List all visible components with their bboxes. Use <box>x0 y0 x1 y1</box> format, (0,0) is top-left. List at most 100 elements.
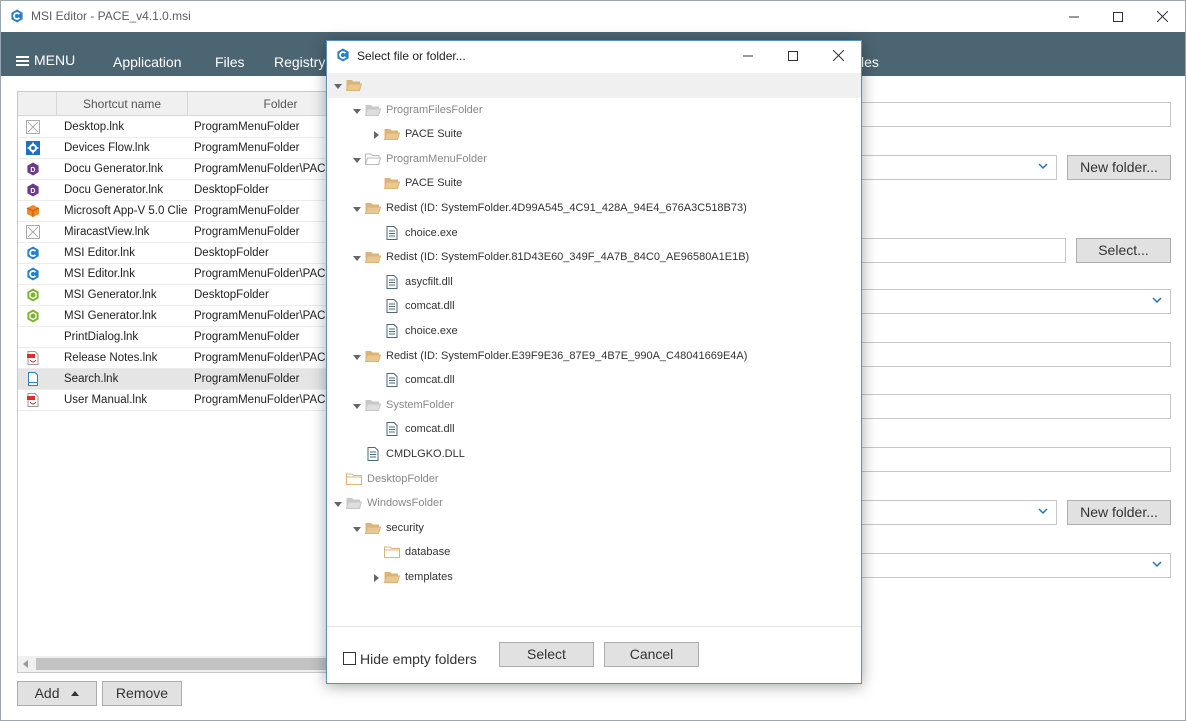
expanded-arrow-icon[interactable] <box>353 353 361 361</box>
table-row[interactable]: Release Notes.lnk ProgramMenuFolder\PACE <box>18 348 329 369</box>
table-row[interactable]: MSI Generator.lnk DesktopFolder <box>18 285 328 306</box>
new-folder-button-2[interactable]: New folder... <box>1067 500 1171 525</box>
dialog-minimize-button[interactable] <box>725 41 771 70</box>
form-text-field-1[interactable] <box>859 102 1171 127</box>
nav-registry[interactable]: Registry <box>274 54 325 70</box>
tree-file-node[interactable]: CMDLGKO.DLL <box>328 445 858 465</box>
table-row[interactable]: MSI Generator.lnk ProgramMenuFolder\PACE <box>18 306 328 327</box>
horizontal-scrollbar[interactable] <box>18 656 328 672</box>
tree-folder-node[interactable]: security <box>328 519 858 539</box>
hide-empty-folders-checkbox[interactable] <box>343 652 356 665</box>
dialog-cancel-button[interactable]: Cancel <box>604 642 699 667</box>
tree-folder-node[interactable]: Redist (ID: SystemFolder.E39F9E36_87E9_4… <box>328 347 858 367</box>
folder-open-grey-icon <box>365 104 381 116</box>
tree-file-node[interactable]: comcat.dll <box>328 420 858 440</box>
expanded-arrow-icon[interactable] <box>353 107 361 115</box>
svg-text:D: D <box>30 188 35 195</box>
table-row[interactable]: PrintDialog.lnk ProgramMenuFolder <box>18 327 328 348</box>
column-header-folder[interactable]: Folder <box>188 92 328 116</box>
msi-editor-window: MSI Editor - PACE_v4.1.0.msi MENU Applic… <box>0 0 1186 721</box>
table-row[interactable]: MSI Editor.lnk DesktopFolder <box>18 243 328 264</box>
file-icon <box>386 422 398 437</box>
shortcut-folder: ProgramMenuFolder\PACE <box>194 352 329 364</box>
tree-folder-node[interactable]: Redist (ID: SystemFolder.81D43E60_349F_4… <box>328 248 858 268</box>
dialog-close-button[interactable] <box>815 41 861 70</box>
close-button[interactable] <box>1139 1 1185 32</box>
tree-folder-node[interactable]: ProgramFilesFolder <box>328 101 858 121</box>
tree-folder-node[interactable]: WindowsFolder <box>328 494 858 514</box>
tree-folder-node[interactable]: Redist (ID: SystemFolder.4D99A545_4C91_4… <box>328 199 858 219</box>
expanded-arrow-icon[interactable] <box>353 402 361 410</box>
tree-folder-node[interactable]: ProgramMenuFolder <box>328 150 858 170</box>
dialog-select-button[interactable]: Select <box>499 642 594 667</box>
collapsed-arrow-icon[interactable] <box>372 131 380 140</box>
expanded-arrow-icon[interactable] <box>334 82 342 90</box>
nav-files[interactable]: Files <box>215 54 245 70</box>
tree-folder-node[interactable]: PACE Suite <box>328 174 858 194</box>
folder-open-icon <box>346 80 362 91</box>
main-menu-button[interactable]: MENU <box>16 52 75 68</box>
shortcut-name: Search.lnk <box>64 373 119 385</box>
column-header-shortcut-name[interactable]: Shortcut name <box>57 92 188 116</box>
table-row[interactable]: Devices Flow.lnk ProgramMenuFolder <box>18 138 328 159</box>
msi-generator-icon <box>27 288 39 302</box>
tree-file-node[interactable]: choice.exe <box>328 322 858 342</box>
expanded-arrow-icon[interactable] <box>353 156 361 164</box>
expanded-arrow-icon[interactable] <box>353 205 361 213</box>
expanded-arrow-icon[interactable] <box>353 525 361 533</box>
table-row[interactable]: Desktop.lnk ProgramMenuFolder <box>18 117 328 138</box>
table-row[interactable]: Microsoft App-V 5.0 Clie ProgramMenuFold… <box>18 201 328 222</box>
scrollbar-thumb[interactable] <box>36 658 326 670</box>
tree-node-label: templates <box>405 571 453 583</box>
table-row[interactable]: D Docu Generator.lnk ProgramMenuFolder\P… <box>18 159 328 180</box>
new-folder-button-1[interactable]: New folder... <box>1067 155 1171 180</box>
generic-x-icon <box>26 120 40 134</box>
table-row[interactable]: D Docu Generator.lnk DesktopFolder <box>18 180 328 201</box>
tree-file-node[interactable]: asycfilt.dll <box>328 273 858 293</box>
select-target-button[interactable]: Select... <box>1076 238 1171 263</box>
close-icon <box>1156 11 1168 22</box>
tree-node-label: CMDLGKO.DLL <box>386 448 465 460</box>
table-row[interactable]: MiracastView.lnk ProgramMenuFolder <box>18 222 328 243</box>
hide-empty-folders-label[interactable]: Hide empty folders <box>360 651 477 667</box>
document-icon <box>28 372 38 386</box>
expanded-arrow-icon[interactable] <box>353 254 361 262</box>
folder-empty-open-icon <box>365 153 381 165</box>
remove-button[interactable]: Remove <box>102 681 182 706</box>
form-dropdown-2[interactable] <box>859 289 1171 314</box>
file-icon <box>386 324 398 338</box>
form-text-field-5[interactable] <box>859 447 1171 472</box>
dialog-maximize-button[interactable] <box>770 41 816 70</box>
folder-dropdown-1[interactable] <box>859 155 1057 180</box>
form-dropdown-3[interactable] <box>859 553 1171 578</box>
msi-editor-app-icon <box>11 9 23 23</box>
scroll-left-arrow-icon[interactable] <box>23 660 29 668</box>
nav-shortcuts-partial[interactable]: les <box>861 54 879 70</box>
tree-node-label: DesktopFolder <box>367 472 439 485</box>
tree-folder-node[interactable]: PACE Suite <box>328 125 858 145</box>
minimize-button[interactable] <box>1051 1 1097 32</box>
tree-folder-node[interactable]: SystemFolder <box>328 396 858 416</box>
maximize-button[interactable] <box>1095 1 1141 32</box>
form-text-field-3[interactable] <box>859 342 1171 367</box>
tree-folder-node[interactable]: DesktopFolder <box>328 470 858 490</box>
table-row-selected[interactable]: Search.lnk ProgramMenuFolder <box>18 369 328 390</box>
tree-file-node[interactable]: choice.exe <box>328 224 858 244</box>
expanded-arrow-icon[interactable] <box>334 500 342 508</box>
tree-folder-node[interactable]: database <box>328 543 858 563</box>
form-text-field-4[interactable] <box>859 394 1171 419</box>
table-row[interactable]: User Manual.lnk ProgramMenuFolder\PACE <box>18 390 328 411</box>
add-button[interactable]: Add <box>17 681 97 706</box>
tree-file-node[interactable]: comcat.dll <box>328 297 858 317</box>
folder-tree: ProgramFilesFolder PACE Suite ProgramMenuF… <box>328 73 861 625</box>
table-row[interactable]: MSI Editor.lnk ProgramMenuFolder\PACE <box>18 264 328 285</box>
tree-folder-node[interactable] <box>328 76 858 96</box>
tree-folder-node[interactable]: templates <box>328 568 858 588</box>
tree-file-node[interactable]: comcat.dll <box>328 371 858 391</box>
target-path-field[interactable] <box>859 238 1066 263</box>
chevron-down-icon <box>1038 508 1048 515</box>
nav-application[interactable]: Application <box>113 54 182 70</box>
collapsed-arrow-icon[interactable] <box>372 574 380 582</box>
tree-node-label: choice.exe <box>405 325 458 337</box>
folder-dropdown-2[interactable] <box>859 500 1057 525</box>
